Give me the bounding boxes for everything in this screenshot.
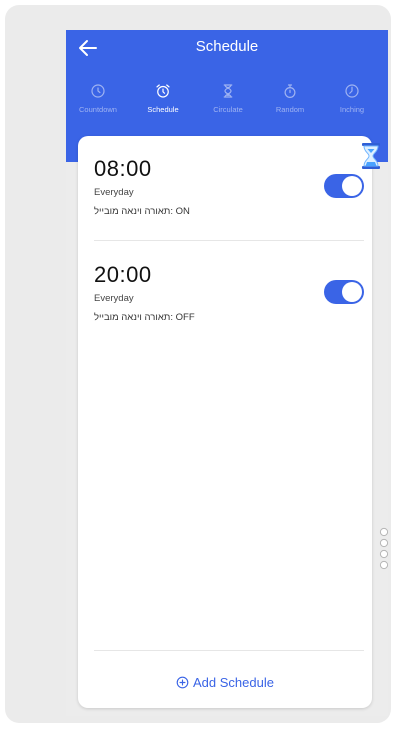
schedule-item[interactable]: 20:00 Everyday תאורה וינאה מובייל: OFF: [94, 262, 364, 348]
tab-label: Schedule: [147, 105, 179, 114]
stopwatch-icon: [284, 84, 296, 98]
mode-tabs: Countdown Schedule Circulate Random Inch…: [66, 82, 388, 122]
schedule-toggle[interactable]: [324, 174, 364, 198]
schedule-repeat: Everyday: [94, 187, 134, 198]
tab-label: Inching: [339, 105, 365, 114]
tab-random[interactable]: Random: [260, 82, 320, 122]
add-schedule-content: Add Schedule: [176, 668, 274, 698]
toggle-knob: [342, 282, 362, 302]
schedule-action: תאורה וינאה מובייל: ON: [94, 206, 190, 217]
toggle-knob: [342, 176, 362, 196]
tab-circulate[interactable]: Circulate: [198, 82, 258, 122]
schedule-item[interactable]: 08:00 Everyday תאורה וינאה מובייל: ON: [94, 156, 364, 242]
tab-label: Random: [275, 105, 305, 114]
hourglass-icon: [223, 84, 233, 98]
scroll-handle[interactable]: [378, 527, 390, 571]
add-schedule-label: Add Schedule: [193, 675, 274, 690]
plus-circle-icon: [176, 676, 189, 689]
footer-divider: [94, 650, 364, 651]
schedule-list-card: 08:00 Everyday תאורה וינאה מובייל: ON 20…: [78, 136, 372, 708]
page-title: Schedule: [195, 38, 259, 55]
schedule-time: 20:00: [94, 262, 152, 287]
schedule-time: 08:00: [94, 156, 152, 181]
tab-schedule[interactable]: Schedule: [133, 82, 193, 122]
item-divider: [94, 240, 364, 241]
hourglass-badge-icon[interactable]: [359, 142, 383, 170]
add-schedule-button[interactable]: Add Schedule: [78, 668, 372, 698]
schedule-repeat: Everyday: [94, 293, 134, 304]
alarm-clock-icon: [156, 84, 170, 98]
tab-label: Countdown: [79, 105, 117, 114]
app-screen: Schedule Countdown Schedule Circulate Ra…: [66, 30, 388, 716]
schedule-action: תאורה וינאה מובייל: OFF: [94, 312, 195, 323]
tab-countdown[interactable]: Countdown: [68, 82, 128, 122]
tab-label: Circulate: [213, 105, 243, 114]
clock-icon: [91, 84, 105, 98]
timer-icon: [345, 84, 359, 98]
schedule-toggle[interactable]: [324, 280, 364, 304]
tab-inching[interactable]: Inching: [322, 82, 382, 122]
